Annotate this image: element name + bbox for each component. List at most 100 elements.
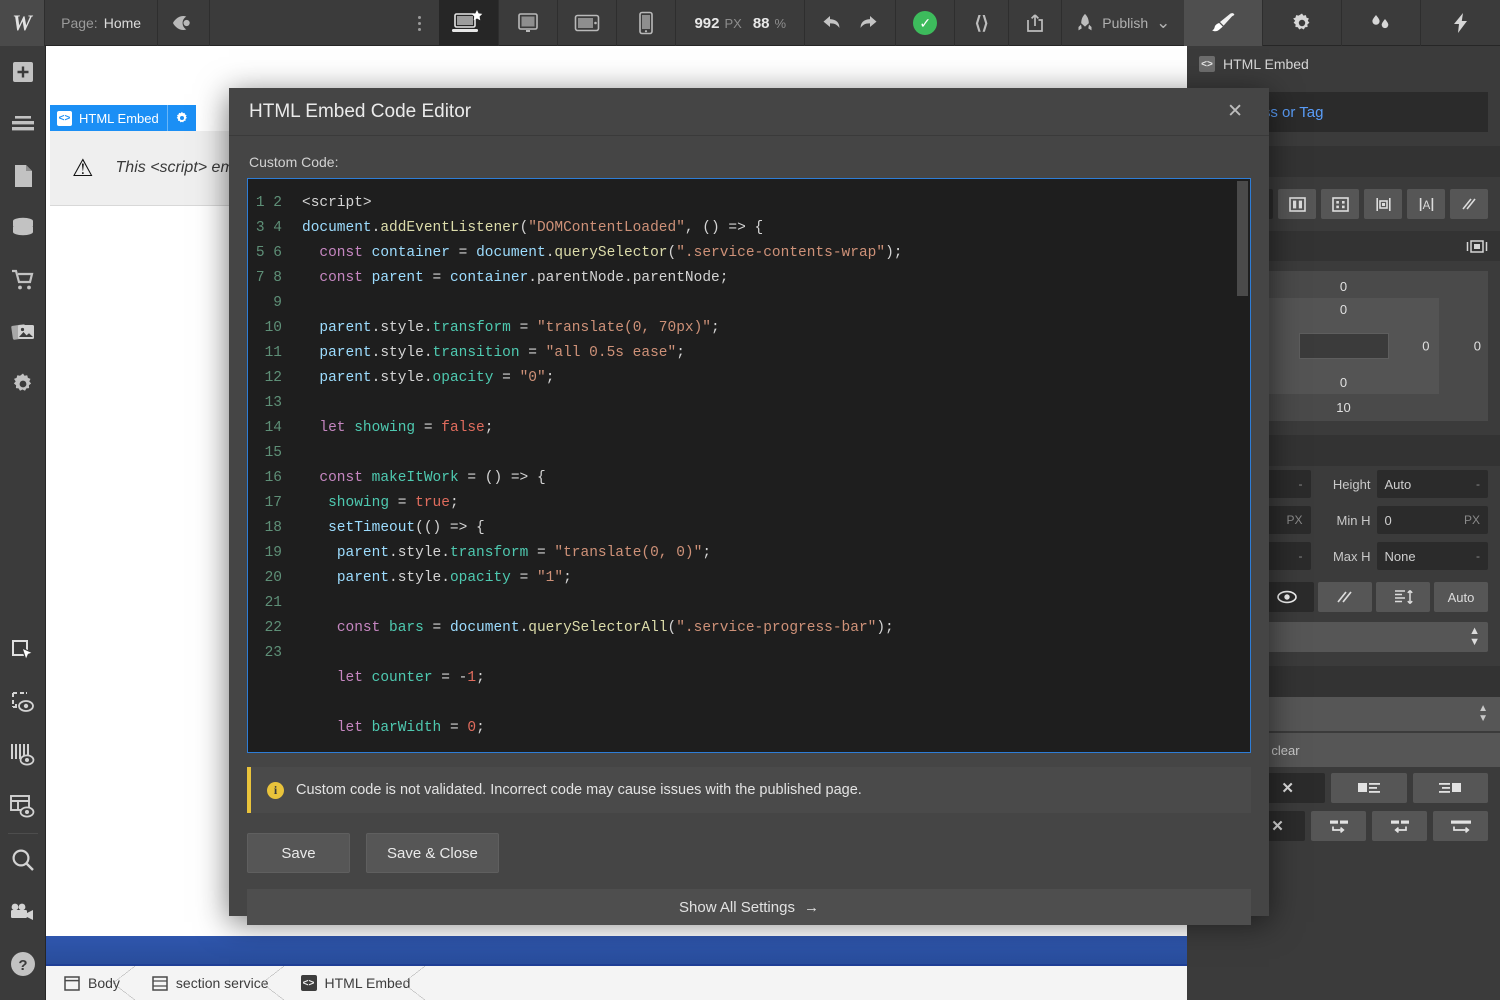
video-tutorials-button[interactable] [0, 886, 46, 938]
laptop-star-icon [451, 10, 485, 36]
flex-icon [1288, 196, 1306, 212]
navigator-button[interactable] [0, 98, 46, 150]
clear-right[interactable] [1372, 811, 1427, 841]
float-right-icon [1437, 781, 1463, 795]
min-height-unit: PX [1463, 513, 1480, 527]
html-embed-icon: <> [1199, 56, 1215, 72]
canvas-size-display[interactable]: 992 PX 88 % [676, 0, 806, 46]
clear-left[interactable] [1311, 811, 1366, 841]
selected-element-badge[interactable]: <> HTML Embed [50, 105, 196, 131]
spacing-mode-icon[interactable] [1466, 239, 1488, 254]
settings-panel-tab[interactable] [1263, 0, 1343, 46]
code-content[interactable]: <script> document.addEventListener("DOMC… [292, 179, 1250, 752]
code-editor[interactable]: 1 2 3 4 5 6 7 8 9 10 11 12 13 14 15 16 1… [247, 178, 1251, 753]
ecommerce-button[interactable] [0, 254, 46, 306]
cms-button[interactable] [0, 202, 46, 254]
display-grid[interactable] [1321, 189, 1359, 219]
share-button[interactable] [1009, 0, 1063, 46]
padding-top-value[interactable]: 0 [1340, 302, 1347, 317]
guides-visibility-button[interactable] [0, 729, 46, 781]
more-options-button[interactable] [400, 0, 440, 46]
code-export-button[interactable]: ⟨⟩ [955, 0, 1009, 46]
display-flex[interactable] [1278, 189, 1316, 219]
display-inline[interactable]: A [1407, 189, 1445, 219]
editor-scrollbar[interactable] [1236, 180, 1249, 752]
padding-right-value[interactable]: 0 [1422, 339, 1429, 354]
margin-right-value[interactable]: 0 [1474, 339, 1481, 354]
spacing-core [1298, 333, 1389, 359]
paintbrush-icon [1210, 12, 1236, 34]
pages-button[interactable] [0, 150, 46, 202]
breadcrumb-body[interactable]: Body [46, 966, 135, 1000]
max-height-input[interactable]: None - [1376, 542, 1488, 570]
breadcrumb-section[interactable]: section service [134, 966, 284, 1000]
clear-both[interactable] [1433, 811, 1488, 841]
max-height-label: Max H [1332, 548, 1371, 564]
preview-element-button[interactable] [0, 677, 46, 729]
style-panel-tab[interactable] [1184, 0, 1264, 46]
margin-bottom-value[interactable]: 10 [1336, 400, 1350, 415]
share-icon [1025, 13, 1045, 33]
search-icon [11, 848, 35, 872]
overflow-scroll[interactable] [1376, 582, 1430, 612]
webflow-logo-button[interactable]: W [0, 0, 46, 46]
html-embed-code-editor-modal: HTML Embed Code Editor ✕ Custom Code: 1 … [229, 88, 1269, 925]
svg-text:?: ? [18, 957, 27, 974]
show-all-settings-button[interactable]: Show All Settings → [247, 889, 1251, 925]
padding-bottom-value[interactable]: 0 [1340, 375, 1347, 390]
assets-button[interactable] [0, 306, 46, 358]
tablet-breakpoint-button[interactable] [499, 0, 558, 46]
layout-visibility-button[interactable] [0, 781, 46, 833]
gear-icon[interactable] [166, 105, 196, 131]
show-all-settings-label: Show All Settings [679, 898, 795, 916]
save-and-close-button[interactable]: Save & Close [366, 833, 499, 873]
max-height-value: None [1384, 548, 1416, 564]
display-inline-block[interactable] [1364, 189, 1402, 219]
kebab-menu-icon [417, 15, 421, 31]
preview-toggle-button[interactable] [158, 0, 210, 46]
float-right[interactable] [1412, 773, 1488, 803]
display-none[interactable] [1450, 189, 1488, 219]
publish-button[interactable]: Publish ⌄ [1062, 0, 1184, 46]
redo-icon[interactable] [857, 14, 879, 32]
grid-icon [1331, 196, 1349, 212]
canvas-width-value: 992 [694, 14, 720, 32]
save-button[interactable]: Save [247, 833, 350, 873]
desktop-breakpoint-button[interactable] [439, 0, 499, 46]
select-tool-button[interactable] [0, 625, 46, 677]
monitor-icon [517, 12, 539, 34]
search-button[interactable] [0, 834, 46, 886]
float-left[interactable] [1331, 773, 1407, 803]
add-elements-button[interactable] [0, 46, 46, 98]
undo-icon[interactable] [821, 14, 843, 32]
padding-box[interactable]: 0 0 0 [1248, 298, 1439, 394]
database-icon [11, 217, 35, 239]
page-selector[interactable]: Page: Home [45, 0, 159, 46]
height-input[interactable]: Auto - [1376, 470, 1488, 498]
margin-top-value[interactable]: 0 [1340, 279, 1347, 294]
breadcrumb-embed[interactable]: <> HTML Embed [283, 966, 426, 1000]
scrollbar-thumb[interactable] [1237, 181, 1248, 296]
clear-right-icon [1388, 819, 1412, 834]
interactions-panel-tab[interactable] [1342, 0, 1422, 46]
modal-title: HTML Embed Code Editor [249, 100, 472, 122]
images-icon [10, 321, 35, 343]
overflow-hidden[interactable] [1318, 582, 1372, 612]
max-height-unit: - [1476, 549, 1480, 563]
close-x-icon[interactable]: ✕ [1219, 96, 1251, 127]
validation-notice: i Custom code is not validated. Incorrec… [247, 767, 1251, 813]
settings-button[interactable] [0, 358, 46, 410]
clear-left-icon [1327, 819, 1351, 834]
zoom-unit: % [774, 15, 787, 31]
effects-panel-tab[interactable] [1421, 0, 1500, 46]
saved-status-button[interactable]: ✓ [896, 0, 956, 46]
inline-block-icon [1375, 197, 1392, 212]
height-unit: - [1476, 477, 1480, 491]
mobile-breakpoint-button[interactable] [617, 0, 677, 46]
help-button[interactable]: ? [0, 938, 46, 990]
tablet-icon [574, 13, 600, 33]
selected-element-header: <> HTML Embed [1187, 46, 1500, 82]
tablet-landscape-breakpoint-button[interactable] [558, 0, 618, 46]
overflow-auto[interactable]: Auto [1434, 582, 1488, 612]
min-height-input[interactable]: 0 PX [1376, 506, 1488, 534]
